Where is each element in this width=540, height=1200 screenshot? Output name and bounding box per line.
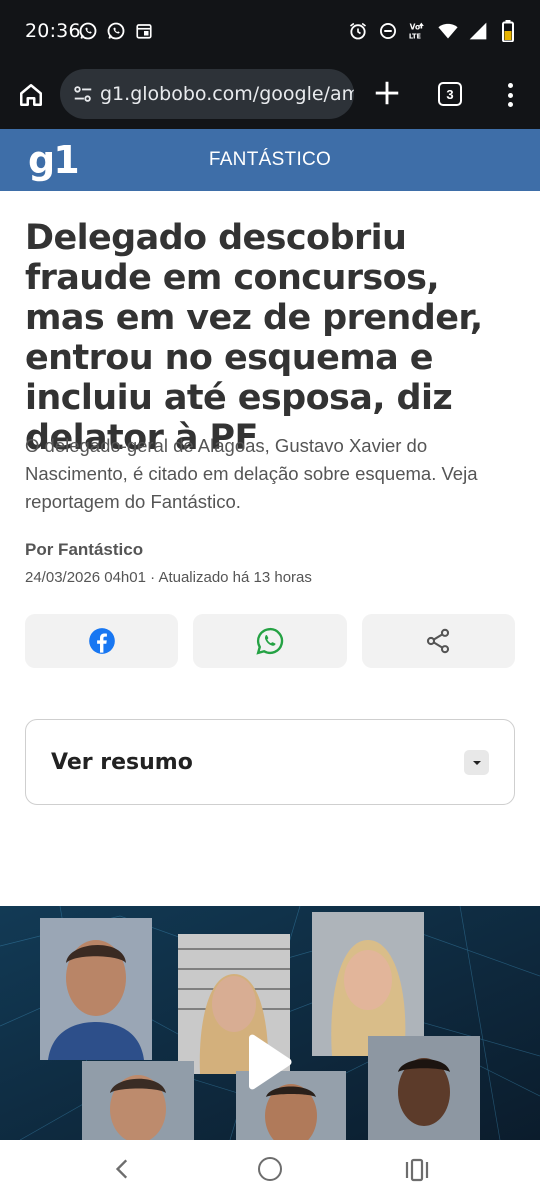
site-header: g1 FANTÁSTICO: [0, 129, 540, 191]
article-dateline: 24/03/2026 04h01 · Atualizado há 13 hora…: [25, 569, 312, 586]
article-byline: Por Fantástico: [25, 540, 144, 559]
svg-text:LTE: LTE: [409, 33, 422, 41]
summary-accordion[interactable]: Ver resumo: [25, 719, 515, 805]
article-subtitle: O delegado-geral de Alagoas, Gustavo Xav…: [25, 435, 478, 512]
summary-label: Ver resumo: [51, 750, 193, 775]
calendar-icon: [134, 20, 154, 42]
chevron-down-icon[interactable]: [464, 750, 489, 775]
video-player[interactable]: [0, 906, 540, 1140]
signal-icon: [468, 20, 488, 42]
suspect-photo: [312, 912, 424, 1056]
share-facebook-button[interactable]: [25, 614, 179, 668]
article-headline: Delegado descobriu fraude em concursos, …: [25, 218, 483, 458]
facebook-icon: [88, 628, 115, 654]
whatsapp-icon: [78, 20, 98, 42]
alarm-icon: [348, 20, 368, 42]
status-system-icons: Vo LTE: [348, 20, 518, 42]
share-icon: [427, 628, 450, 654]
browser-toolbar: g1.globobo.com/google/amp/f 3: [0, 62, 540, 129]
svg-text:Vo: Vo: [410, 22, 421, 31]
status-bar: 20:36 Vo LTE: [0, 0, 540, 62]
whatsapp-icon: [106, 20, 126, 42]
system-navigation-bar: [0, 1140, 540, 1200]
home-icon[interactable]: [258, 1157, 282, 1181]
volte-icon: Vo LTE: [408, 20, 428, 42]
url-text: g1.globobo.com/google/amp/f: [100, 83, 354, 105]
whatsapp-icon: [256, 627, 284, 655]
status-notification-icons: [78, 20, 154, 42]
overflow-menu-icon[interactable]: [500, 80, 520, 110]
battery-icon: [498, 20, 518, 42]
suspect-photo: [82, 1061, 194, 1140]
site-settings-icon[interactable]: [72, 83, 94, 105]
share-generic-button[interactable]: [361, 614, 515, 668]
tab-switcher-button[interactable]: 3: [438, 82, 462, 106]
do-not-disturb-icon: [378, 20, 398, 42]
new-tab-icon[interactable]: [372, 78, 402, 108]
address-bar[interactable]: g1.globobo.com/google/amp/f: [60, 69, 354, 119]
back-icon[interactable]: [110, 1156, 136, 1182]
section-title[interactable]: FANTÁSTICO: [0, 149, 540, 171]
suspect-photo: [368, 1036, 480, 1140]
wifi-icon: [438, 20, 458, 42]
status-time: 20:36: [25, 20, 81, 42]
play-icon[interactable]: [243, 1034, 293, 1090]
suspect-photo: [40, 918, 152, 1060]
share-bar: [25, 614, 515, 668]
share-whatsapp-button[interactable]: [193, 614, 347, 668]
recents-icon[interactable]: [404, 1158, 430, 1182]
home-icon[interactable]: [14, 78, 48, 112]
